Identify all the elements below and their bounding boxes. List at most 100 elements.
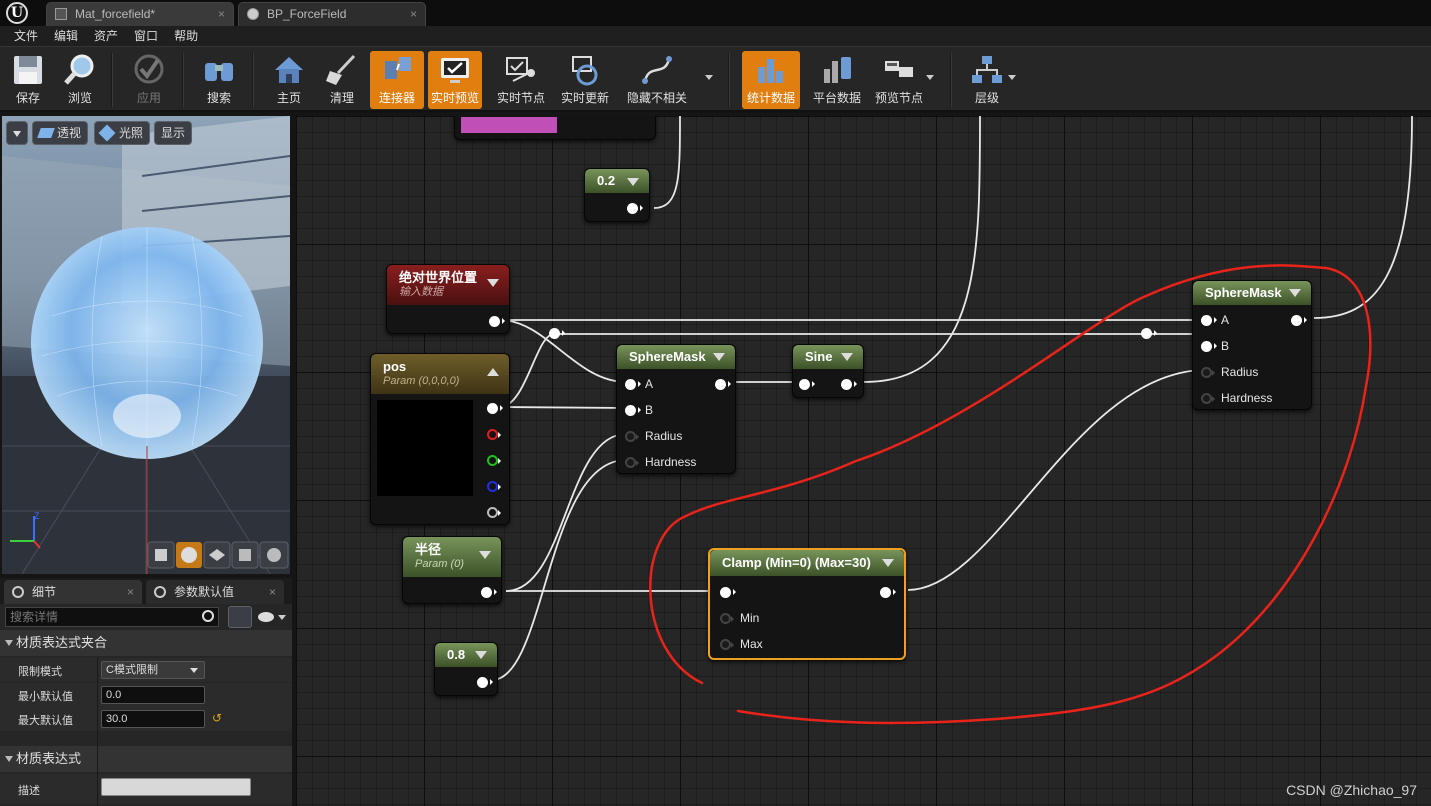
menu-window[interactable]: 窗口: [126, 26, 166, 46]
chevron-down-icon[interactable]: [841, 353, 853, 361]
input-pin-radius[interactable]: [1201, 367, 1215, 378]
hide-unrelated-button[interactable]: 隐藏不相关: [624, 51, 690, 109]
reset-to-default-icon[interactable]: ↺: [212, 711, 222, 725]
texture-node-partial[interactable]: [454, 116, 656, 140]
chevron-down-icon[interactable]: [882, 559, 894, 567]
constant-node-0-8[interactable]: 0.8: [434, 642, 498, 696]
output-pin-g[interactable]: [487, 455, 501, 466]
section-clamp[interactable]: 材质表达式夹合: [0, 630, 292, 656]
input-pin-hardness[interactable]: [1201, 393, 1215, 404]
output-pin[interactable]: [627, 203, 643, 214]
sine-node[interactable]: Sine: [792, 344, 864, 398]
input-pin-b[interactable]: [1201, 341, 1217, 352]
input-pin-min[interactable]: [720, 613, 734, 624]
menu-help[interactable]: 帮助: [166, 26, 206, 46]
watermark: CSDN @Zhichao_97: [1286, 782, 1417, 798]
live-preview-button[interactable]: 实时预览: [428, 51, 482, 109]
hierarchy-dropdown-arrow[interactable]: [1008, 75, 1016, 80]
details-search-input[interactable]: 搜索详情: [5, 607, 219, 627]
menu-edit[interactable]: 编辑: [46, 26, 86, 46]
reroute-pin[interactable]: [1141, 328, 1157, 339]
toolbar-dropdown-arrow[interactable]: [705, 75, 713, 80]
constant-node-0-2[interactable]: 0.2: [584, 168, 650, 222]
material-preview-viewport[interactable]: Z 透视 光照 显示: [2, 116, 290, 574]
max-default-input[interactable]: 30.0: [101, 710, 205, 728]
show-button[interactable]: 显示: [154, 121, 193, 145]
material-graph-canvas[interactable]: 0.2 绝对世界位置 输入数据 pos Param (0,0,0,0) Sphere…: [296, 116, 1431, 806]
output-pin-a[interactable]: [487, 507, 501, 518]
home-button[interactable]: 主页: [262, 51, 316, 109]
save-button[interactable]: 保存: [1, 51, 55, 109]
input-pin-hardness[interactable]: [625, 457, 639, 468]
spheremask-node-1[interactable]: SphereMask A B Radius Hardness: [616, 344, 736, 474]
input-pin-a[interactable]: [625, 379, 641, 390]
param-node-pos[interactable]: pos Param (0,0,0,0): [370, 353, 510, 525]
preview-node-button[interactable]: 预览节点: [870, 51, 928, 109]
description-input[interactable]: [101, 778, 251, 796]
output-pin[interactable]: [477, 677, 493, 688]
absolute-world-position-node[interactable]: 绝对世界位置 输入数据: [386, 264, 510, 334]
tab-mat-forcefield[interactable]: Mat_forcefield* ×: [46, 2, 234, 26]
param-node-radius[interactable]: 半径 Param (0): [402, 536, 502, 604]
min-default-input[interactable]: 0.0: [101, 686, 205, 704]
platform-stats-button[interactable]: 平台数据: [808, 51, 866, 109]
chevron-down-icon[interactable]: [278, 615, 286, 620]
chevron-up-icon[interactable]: [487, 368, 499, 376]
preview-dropdown-arrow[interactable]: [926, 75, 934, 80]
connector-button[interactable]: 连接器: [370, 51, 424, 109]
tab-details[interactable]: 细节 ×: [4, 580, 142, 604]
checkmark-icon: [131, 53, 167, 87]
material-icon: [55, 8, 67, 20]
output-pin[interactable]: [715, 379, 731, 390]
input-pin-max[interactable]: [720, 639, 734, 650]
eye-icon[interactable]: [258, 612, 274, 622]
tab-label: Mat_forcefield*: [75, 7, 156, 21]
live-nodes-button[interactable]: 实时节点: [494, 51, 548, 109]
close-icon[interactable]: ×: [269, 580, 276, 604]
clamp-mode-select[interactable]: C模式限制: [101, 661, 205, 679]
close-icon[interactable]: ×: [410, 3, 417, 25]
chevron-down-icon[interactable]: [475, 651, 487, 659]
tab-bp-forcefield[interactable]: BP_ForceField ×: [238, 2, 426, 26]
perspective-button[interactable]: 透视: [32, 121, 89, 145]
unreal-logo-icon[interactable]: U: [6, 2, 28, 24]
output-pin-rgba[interactable]: [487, 403, 503, 414]
output-pin[interactable]: [1291, 315, 1307, 326]
output-pin-r[interactable]: [487, 429, 501, 440]
browse-button[interactable]: 浏览: [53, 51, 107, 109]
texture-preview: [461, 117, 557, 133]
output-pin[interactable]: [481, 587, 497, 598]
input-pin-radius[interactable]: [625, 431, 639, 442]
tab-param-defaults[interactable]: 参数默认值 ×: [146, 580, 284, 604]
close-icon[interactable]: ×: [218, 3, 225, 25]
output-pin[interactable]: [880, 587, 896, 598]
lit-button[interactable]: 光照: [94, 121, 151, 145]
output-pin[interactable]: [841, 379, 857, 390]
live-update-button[interactable]: 实时更新: [558, 51, 612, 109]
input-pin[interactable]: [720, 587, 736, 598]
input-pin-b[interactable]: [625, 405, 641, 416]
chevron-down-icon[interactable]: [1289, 289, 1301, 297]
input-pin-a[interactable]: [1201, 315, 1217, 326]
chevron-down-icon[interactable]: [487, 279, 499, 287]
output-pin[interactable]: [489, 316, 505, 327]
stats-button[interactable]: 统计数据: [742, 51, 800, 109]
section-material-expression[interactable]: 材质表达式: [0, 746, 292, 772]
hierarchy-button[interactable]: 层级: [960, 51, 1014, 109]
menu-asset[interactable]: 资产: [86, 26, 126, 46]
chevron-down-icon[interactable]: [627, 178, 639, 186]
spheremask-node-2[interactable]: SphereMask A B Radius Hardness: [1192, 280, 1312, 410]
output-pin-b[interactable]: [487, 481, 501, 492]
viewport-options-button[interactable]: [6, 121, 28, 145]
apply-button[interactable]: 应用: [122, 51, 176, 109]
reroute-pin[interactable]: [549, 328, 565, 339]
clean-button[interactable]: 清理: [315, 51, 369, 109]
clamp-node[interactable]: Clamp (Min=0) (Max=30) Min Max: [708, 548, 906, 660]
search-button[interactable]: 搜索: [192, 51, 246, 109]
menu-file[interactable]: 文件: [6, 26, 46, 46]
chevron-down-icon[interactable]: [479, 551, 491, 559]
view-options-list-icon[interactable]: [228, 606, 252, 628]
close-icon[interactable]: ×: [127, 580, 134, 604]
input-pin[interactable]: [799, 379, 815, 390]
chevron-down-icon[interactable]: [713, 353, 725, 361]
